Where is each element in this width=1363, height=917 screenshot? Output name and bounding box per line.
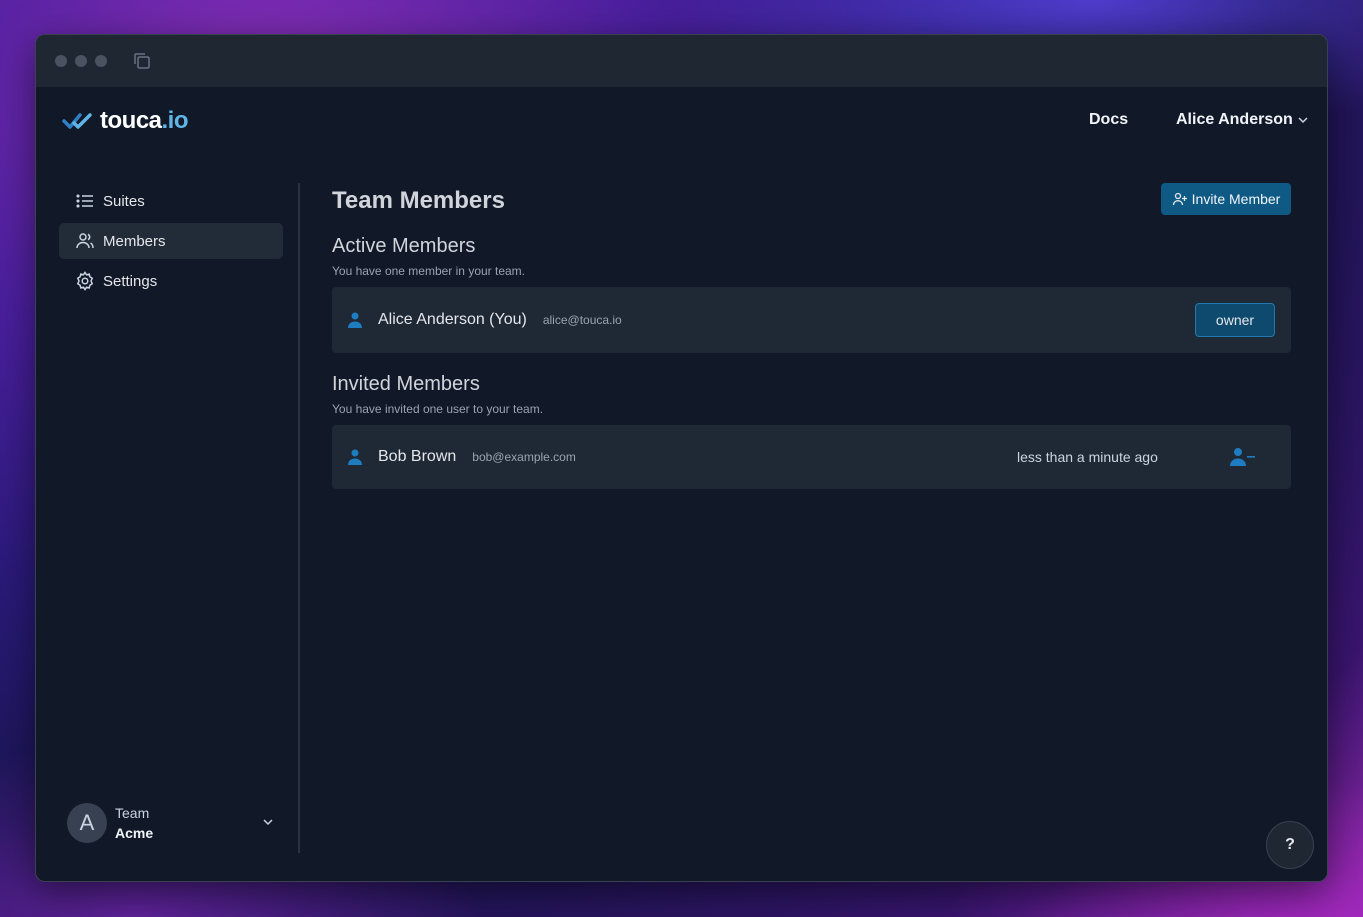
app-window: touca.io Docs Alice Anderson Suites Memb… bbox=[35, 34, 1328, 882]
invited-members-subtitle: You have invited one user to your team. bbox=[332, 402, 544, 416]
avatar: A bbox=[67, 803, 107, 843]
user-icon bbox=[348, 312, 362, 328]
copy-icon[interactable] bbox=[132, 51, 152, 71]
active-members-title: Active Members bbox=[332, 235, 476, 257]
active-members-subtitle: You have one member in your team. bbox=[332, 264, 526, 278]
user-menu[interactable]: Alice Anderson bbox=[1176, 111, 1309, 129]
user-icon bbox=[348, 449, 362, 465]
page-title: Team Members bbox=[332, 187, 505, 214]
team-switcher[interactable]: A Team Acme bbox=[67, 803, 153, 843]
list-item: Alice Anderson (You) alice@touca.io owne… bbox=[332, 287, 1291, 353]
title-bar bbox=[36, 35, 1327, 87]
invite-member-label: Invite Member bbox=[1191, 191, 1281, 207]
member-name: Bob Brown bbox=[378, 448, 457, 465]
member-email: alice@touca.io bbox=[542, 313, 622, 327]
touca-logo-icon bbox=[62, 113, 92, 129]
sidebar-item-label: Settings bbox=[103, 272, 158, 290]
list-item: Bob Brown bob@example.com less than a mi… bbox=[332, 425, 1291, 489]
list-icon bbox=[76, 194, 93, 208]
role-badge[interactable]: owner bbox=[1195, 303, 1275, 337]
minimize-window-button[interactable] bbox=[75, 55, 87, 67]
team-label: Team bbox=[115, 805, 150, 821]
member-name: Alice Anderson (You) bbox=[378, 311, 527, 328]
sidebar: Suites Members Settings A Team Acme bbox=[36, 183, 300, 853]
close-window-button[interactable] bbox=[55, 55, 67, 67]
gear-icon bbox=[76, 271, 94, 291]
logo-text: touca.io bbox=[100, 107, 189, 134]
sidebar-item-suites[interactable]: Suites bbox=[59, 183, 283, 219]
app-header: touca.io Docs Alice Anderson bbox=[36, 87, 1327, 183]
chevron-down-icon[interactable] bbox=[261, 815, 275, 829]
chevron-down-icon bbox=[1298, 117, 1308, 124]
invite-time: less than a minute ago bbox=[1017, 449, 1158, 465]
sidebar-item-members[interactable]: Members bbox=[59, 223, 283, 259]
sidebar-item-settings[interactable]: Settings bbox=[59, 263, 283, 299]
logo[interactable]: touca.io bbox=[62, 107, 189, 135]
user-menu-label: Alice Anderson bbox=[1176, 111, 1293, 128]
users-icon bbox=[76, 233, 94, 249]
docs-link[interactable]: Docs bbox=[1089, 111, 1128, 129]
help-button[interactable]: ? bbox=[1266, 821, 1314, 869]
invite-member-button[interactable]: Invite Member bbox=[1161, 183, 1291, 215]
sidebar-item-label: Members bbox=[103, 232, 166, 250]
invited-members-title: Invited Members bbox=[332, 373, 480, 395]
team-name: Acme bbox=[115, 825, 154, 841]
maximize-window-button[interactable] bbox=[95, 55, 107, 67]
sidebar-item-label: Suites bbox=[103, 192, 145, 210]
user-minus-icon[interactable] bbox=[1230, 446, 1256, 468]
user-plus-icon bbox=[1172, 192, 1187, 206]
member-email: bob@example.com bbox=[472, 450, 576, 464]
